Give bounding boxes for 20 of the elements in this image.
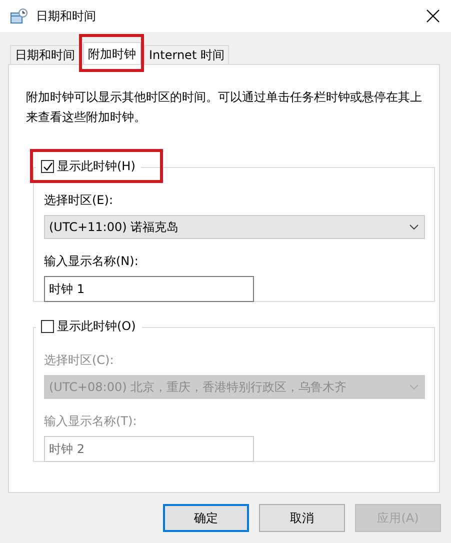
- checkbox-label[interactable]: 显示此时钟(H): [57, 158, 136, 175]
- close-icon[interactable]: [425, 8, 441, 24]
- checkbox[interactable]: [41, 160, 54, 173]
- field-label: 输入显示名称(T):: [44, 413, 138, 430]
- chevron-down-icon[interactable]: [409, 224, 419, 230]
- window-title: 日期和时间: [36, 8, 97, 24]
- calendar-clock-icon: [10, 8, 28, 24]
- field-label: 选择时区(C):: [44, 352, 115, 369]
- field-label: 选择时区(E):: [44, 192, 114, 209]
- checkbox-label[interactable]: 显示此时钟(O): [57, 318, 136, 335]
- tab[interactable]: 附加时钟: [83, 42, 141, 64]
- field-label: 输入显示名称(N):: [44, 253, 140, 270]
- tab[interactable]: 日期和时间: [10, 45, 80, 64]
- dialog-button[interactable]: 确定: [163, 504, 249, 532]
- timezone-dropdown[interactable]: (UTC+11:00) 诺福克岛: [44, 215, 425, 239]
- dialog-button[interactable]: 取消: [259, 504, 345, 532]
- name-field[interactable]: 时钟 1: [44, 276, 254, 302]
- description-text: 附加时钟可以显示其他时区的时间。可以通过单击任务栏时钟或悬停在其上来查看这些附加时钟。: [26, 89, 423, 126]
- tab[interactable]: Internet 时间: [144, 45, 230, 64]
- checkbox[interactable]: [41, 320, 54, 333]
